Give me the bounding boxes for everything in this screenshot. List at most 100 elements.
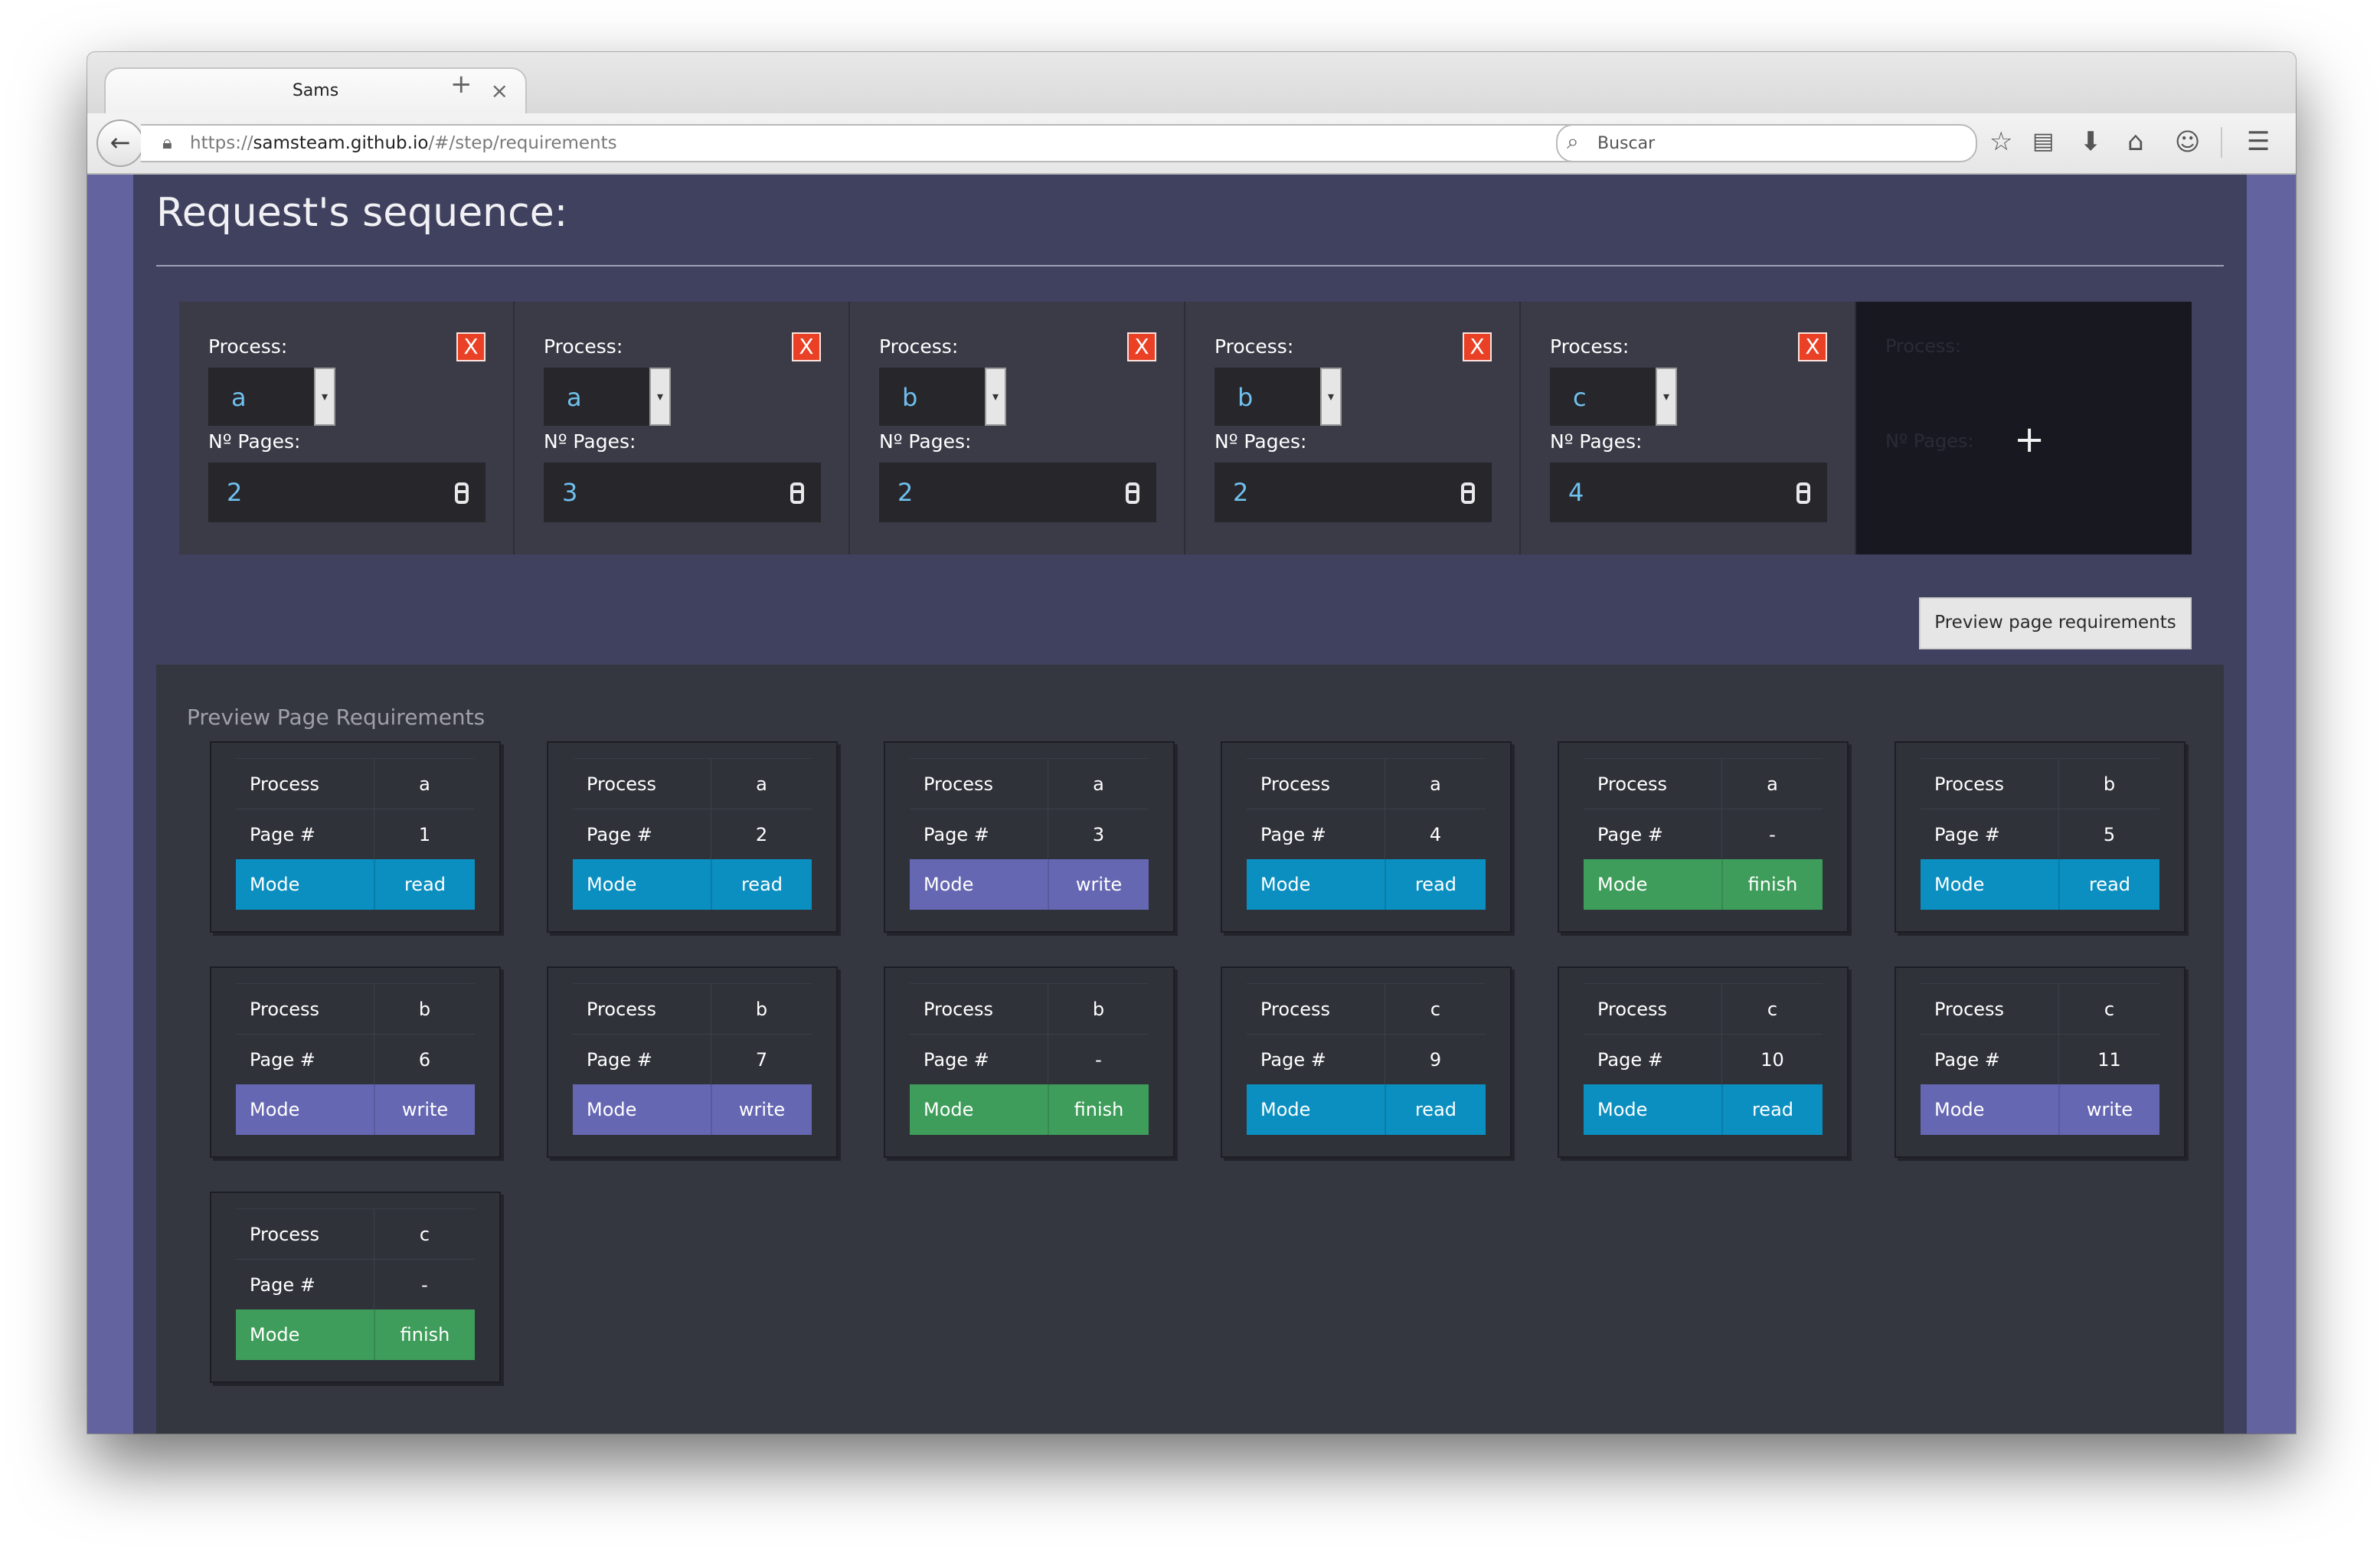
process-value: b bbox=[374, 984, 475, 1034]
page-value: 9 bbox=[1385, 1035, 1486, 1084]
page-label: Page # bbox=[587, 1049, 652, 1071]
process-select[interactable]: c ▾ bbox=[1550, 368, 1677, 426]
pages-label: Nº Pages: bbox=[879, 430, 972, 453]
pages-label: Nº Pages: bbox=[208, 430, 301, 453]
preview-requirements-button[interactable]: Preview page requirements bbox=[1919, 597, 2192, 649]
page-row: Page # - bbox=[910, 1034, 1149, 1084]
home-icon[interactable]: ⌂ bbox=[2127, 124, 2144, 159]
spinner-icon[interactable] bbox=[790, 482, 804, 504]
process-value: a bbox=[1721, 759, 1823, 809]
delete-button[interactable]: X bbox=[1463, 332, 1492, 361]
spinner-icon[interactable] bbox=[455, 482, 469, 504]
dropdown-arrow-icon[interactable]: ▾ bbox=[1320, 368, 1342, 426]
page-value: - bbox=[1048, 1035, 1149, 1084]
pages-value: 2 bbox=[897, 478, 914, 507]
pages-input[interactable]: 2 bbox=[208, 463, 485, 522]
spinner-icon[interactable] bbox=[1461, 482, 1475, 504]
mode-value: write bbox=[2058, 1084, 2159, 1135]
new-tab-icon[interactable]: + bbox=[450, 69, 472, 100]
process-card: Process: X a ▾ Nº Pages: 3 bbox=[515, 302, 850, 554]
tab-bar: Sams × + bbox=[87, 52, 2296, 118]
dropdown-arrow-icon[interactable]: ▾ bbox=[1656, 368, 1677, 426]
download-icon[interactable]: ⬇ bbox=[2080, 124, 2102, 159]
process-label: Process: bbox=[879, 335, 959, 358]
process-select[interactable]: a ▾ bbox=[544, 368, 671, 426]
browser-window: Sams × + ← 🔒︎ https://samsteam.github.io… bbox=[87, 52, 2296, 1434]
pages-input[interactable]: 2 bbox=[879, 463, 1156, 522]
mode-row: Mode read bbox=[1247, 859, 1486, 910]
page-row: Page # 2 bbox=[573, 809, 812, 859]
process-value: b bbox=[1237, 383, 1254, 412]
page-value: 1 bbox=[374, 809, 475, 859]
close-tab-icon[interactable]: × bbox=[491, 78, 508, 103]
page-value: 7 bbox=[711, 1035, 812, 1084]
add-icon[interactable]: + bbox=[2014, 421, 2045, 458]
mode-label: Mode bbox=[1934, 874, 1985, 895]
page-row: Page # 11 bbox=[1921, 1034, 2159, 1084]
dropdown-arrow-icon[interactable]: ▾ bbox=[985, 368, 1006, 426]
delete-button[interactable]: X bbox=[1127, 332, 1156, 361]
lock-icon: 🔒︎ bbox=[162, 132, 172, 153]
menu-icon[interactable]: ☰ bbox=[2247, 124, 2270, 159]
page-value: 2 bbox=[711, 809, 812, 859]
requirement-card: Process c Page # 9 Mode read bbox=[1221, 966, 1512, 1158]
requirement-table: Process a Page # 3 Mode write bbox=[910, 758, 1149, 910]
requirement-table: Process b Page # 7 Mode write bbox=[573, 983, 812, 1135]
page-row: Page # 6 bbox=[236, 1034, 475, 1084]
process-row: Process b bbox=[1921, 758, 2159, 809]
process-value: b bbox=[1048, 984, 1149, 1034]
requirement-table: Process a Page # 1 Mode read bbox=[236, 758, 475, 910]
process-label: Process bbox=[1597, 999, 1668, 1020]
requirement-table: Process c Page # 9 Mode read bbox=[1247, 983, 1486, 1135]
process-value: a bbox=[567, 383, 582, 412]
spinner-icon[interactable] bbox=[1796, 482, 1810, 504]
page-row: Page # - bbox=[1584, 809, 1823, 859]
dropdown-arrow-icon[interactable]: ▾ bbox=[649, 368, 671, 426]
process-row: Process b bbox=[236, 983, 475, 1034]
delete-button[interactable]: X bbox=[792, 332, 821, 361]
reading-list-icon[interactable]: ▤ bbox=[2032, 124, 2054, 159]
mode-label: Mode bbox=[250, 1324, 300, 1345]
mode-row: Mode read bbox=[1247, 1084, 1486, 1135]
add-process-card[interactable]: Process: Nº Pages: + bbox=[1856, 302, 2192, 554]
mode-label: Mode bbox=[250, 1099, 300, 1120]
requirement-table: Process c Page # 11 Mode write bbox=[1921, 983, 2159, 1135]
back-button[interactable]: ← bbox=[96, 119, 144, 167]
pages-input[interactable]: 2 bbox=[1215, 463, 1492, 522]
pages-label: Nº Pages: bbox=[1215, 430, 1307, 453]
process-label: Process bbox=[1260, 999, 1331, 1020]
page-value: - bbox=[374, 1260, 475, 1309]
pages-input[interactable]: 4 bbox=[1550, 463, 1827, 522]
search-input[interactable] bbox=[1596, 127, 1966, 159]
pages-label: Nº Pages: bbox=[1550, 430, 1643, 453]
requirement-card: Process b Page # 6 Mode write bbox=[210, 966, 501, 1158]
process-row: Process a bbox=[1584, 758, 1823, 809]
delete-button[interactable]: X bbox=[456, 332, 485, 361]
mode-row: Mode write bbox=[910, 859, 1149, 910]
page-value: - bbox=[1721, 809, 1823, 859]
process-select[interactable]: a ▾ bbox=[208, 368, 335, 426]
ghost-process-label: Process: bbox=[1885, 335, 1962, 357]
delete-button[interactable]: X bbox=[1798, 332, 1827, 361]
process-row: Process a bbox=[910, 758, 1149, 809]
requirement-card: Process b Page # - Mode finish bbox=[884, 966, 1175, 1158]
page-row: Page # - bbox=[236, 1259, 475, 1309]
spinner-icon[interactable] bbox=[1126, 482, 1139, 504]
bookmark-star-icon[interactable]: ☆ bbox=[1989, 124, 2012, 159]
process-value: b bbox=[902, 383, 918, 412]
pages-input[interactable]: 3 bbox=[544, 463, 821, 522]
process-select[interactable]: b ▾ bbox=[1215, 368, 1342, 426]
search-icon: ⌕ bbox=[1567, 129, 1579, 154]
back-arrow-icon: ← bbox=[110, 128, 131, 157]
url-bar[interactable]: 🔒︎ https://samsteam.github.io/#/step/req… bbox=[141, 124, 1633, 162]
dropdown-arrow-icon[interactable]: ▾ bbox=[314, 368, 335, 426]
mode-label: Mode bbox=[1597, 1099, 1648, 1120]
process-select[interactable]: b ▾ bbox=[879, 368, 1006, 426]
process-label: Process bbox=[587, 999, 657, 1020]
toolbar-divider bbox=[2221, 127, 2222, 158]
search-box[interactable]: ⌕ bbox=[1556, 124, 1977, 162]
page-label: Page # bbox=[1597, 824, 1663, 845]
mode-row: Mode read bbox=[1921, 859, 2159, 910]
page-label: Page # bbox=[1260, 824, 1326, 845]
chat-icon[interactable]: ☺ bbox=[2175, 124, 2200, 159]
